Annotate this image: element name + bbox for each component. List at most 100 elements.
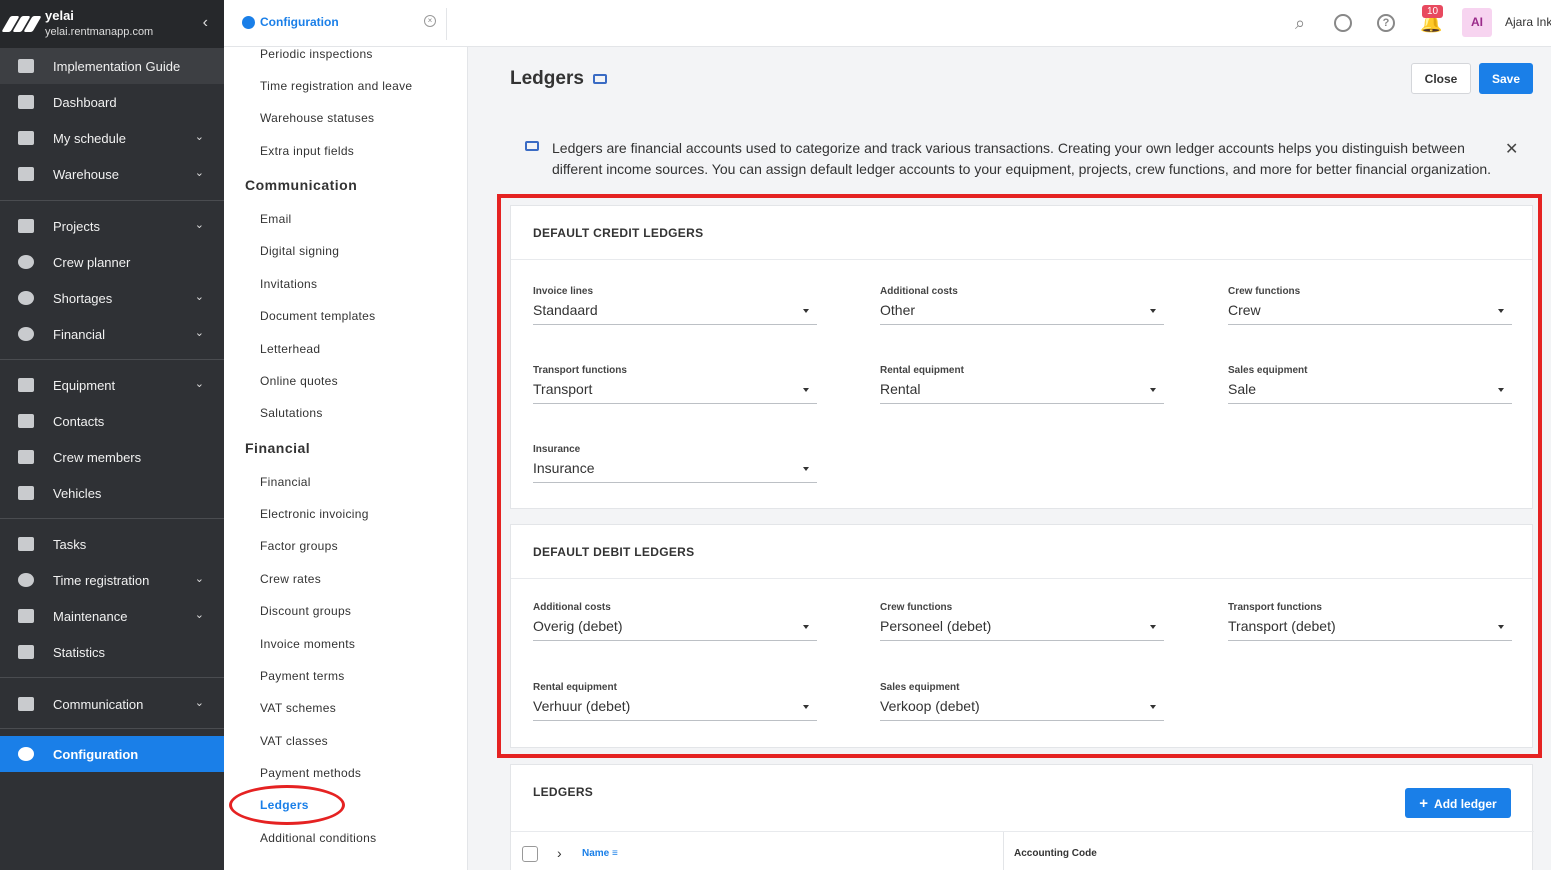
column-header-name[interactable]: Name ≡ — [582, 848, 618, 859]
book-icon[interactable] — [592, 74, 607, 84]
clock-icon — [17, 572, 35, 588]
nav-item-communication[interactable]: Communication ⌄ — [0, 686, 224, 722]
config-item-crew-rates[interactable]: Crew rates — [260, 572, 321, 586]
close-button[interactable]: Close — [1411, 63, 1471, 94]
nav-item-implementation-guide[interactable]: Implementation Guide — [0, 48, 224, 84]
search-icon[interactable]: ⌕ — [1290, 13, 1310, 33]
nav-label: Configuration — [53, 746, 139, 762]
tasks-icon — [17, 536, 35, 552]
column-header-accounting-code[interactable]: Accounting Code — [1014, 848, 1097, 859]
dollar-icon — [17, 326, 35, 342]
help-icon[interactable]: ? — [1377, 14, 1395, 32]
config-item-financial[interactable]: Financial — [260, 475, 311, 489]
tab-configuration[interactable]: Configuration — [242, 15, 339, 29]
config-item-factor-groups[interactable]: Factor groups — [260, 539, 338, 553]
nav-label: Warehouse — [53, 166, 119, 182]
config-item-invoice-moments[interactable]: Invoice moments — [260, 637, 355, 651]
nav-item-time-registration[interactable]: Time registration ⌄ — [0, 562, 224, 598]
nav-label: Equipment — [53, 377, 116, 393]
nav-item-vehicles[interactable]: Vehicles — [0, 475, 224, 511]
wrench-icon — [17, 608, 35, 624]
config-item-vat-classes[interactable]: VAT classes — [260, 734, 328, 748]
config-item-extra-input-fields[interactable]: Extra input fields — [260, 144, 354, 158]
nav-item-tasks[interactable]: Tasks — [0, 526, 224, 562]
nav-item-shortages[interactable]: Shortages ⌄ — [0, 280, 224, 316]
close-icon[interactable]: ✕ — [1505, 139, 1518, 159]
nav-item-my-schedule[interactable]: My schedule ⌄ — [0, 120, 224, 156]
crew-planner-icon — [17, 254, 35, 270]
gear-icon — [242, 15, 255, 29]
config-item-electronic-invoicing[interactable]: Electronic invoicing — [260, 507, 369, 521]
table-header-row: › Name ≡ Accounting Code — [511, 831, 1534, 870]
user-name[interactable]: Ajara Ink — [1505, 15, 1551, 29]
config-item-salutations[interactable]: Salutations — [260, 406, 323, 420]
config-item-time-registration-leave[interactable]: Time registration and leave — [260, 79, 412, 93]
rentman-logo-icon — [1, 16, 42, 32]
nav-item-contacts[interactable]: Contacts — [0, 403, 224, 439]
section-heading-financial: Financial — [245, 440, 311, 456]
nav-label: Contacts — [53, 413, 105, 429]
close-tab-icon[interactable]: × — [424, 15, 436, 27]
config-item-online-quotes[interactable]: Online quotes — [260, 374, 338, 388]
chevron-right-icon[interactable]: › — [557, 845, 562, 861]
chevron-down-icon: ⌄ — [194, 291, 204, 303]
nav-label: Maintenance — [53, 608, 128, 624]
people-icon — [17, 449, 35, 465]
nav-item-financial[interactable]: Financial ⌄ — [0, 316, 224, 352]
config-item-additional-conditions[interactable]: Additional conditions — [260, 831, 376, 845]
config-item-digital-signing[interactable]: Digital signing — [260, 244, 339, 258]
collapse-nav-icon[interactable]: ‹ — [203, 14, 208, 32]
nav-item-equipment[interactable]: Equipment ⌄ — [0, 367, 224, 403]
config-item-payment-terms[interactable]: Payment terms — [260, 669, 345, 683]
add-ledger-button[interactable]: + Add ledger — [1405, 788, 1511, 818]
nav-item-crew-members[interactable]: Crew members — [0, 439, 224, 475]
config-item-invitations[interactable]: Invitations — [260, 277, 317, 291]
avatar[interactable]: AI — [1462, 8, 1492, 37]
nav-label: Tasks — [53, 536, 87, 552]
contacts-icon — [17, 413, 35, 429]
column-divider[interactable] — [1003, 832, 1004, 870]
config-item-periodic-inspections[interactable]: Periodic inspections — [260, 47, 373, 61]
nav-label: Vehicles — [53, 485, 102, 501]
nav-divider — [0, 200, 224, 201]
nav-label: Projects — [53, 218, 100, 234]
nav-label: My schedule — [53, 130, 126, 146]
config-item-vat-schemes[interactable]: VAT schemes — [260, 701, 336, 715]
sort-icon: ≡ — [612, 848, 618, 859]
calendar-icon — [17, 130, 35, 146]
main-content: Ledgers Close Save Ledgers are financial… — [468, 47, 1551, 870]
nav-item-maintenance[interactable]: Maintenance ⌄ — [0, 598, 224, 634]
truck-icon — [17, 485, 35, 501]
nav-item-warehouse[interactable]: Warehouse ⌄ — [0, 156, 224, 192]
nav-item-crew-planner[interactable]: Crew planner — [0, 244, 224, 280]
nav-item-dashboard[interactable]: Dashboard — [0, 84, 224, 120]
config-item-email[interactable]: Email — [260, 212, 292, 226]
tenant-header[interactable]: yelai yelai.rentmanapp.com ‹ — [0, 0, 224, 48]
nav-item-statistics[interactable]: Statistics — [0, 634, 224, 670]
theme-toggle-icon[interactable] — [1334, 14, 1352, 32]
nav-item-projects[interactable]: Projects ⌄ — [0, 208, 224, 244]
statistics-icon — [17, 644, 35, 660]
select-all-checkbox[interactable] — [522, 846, 538, 862]
nav-item-configuration[interactable]: Configuration — [0, 736, 224, 772]
nav-divider — [0, 359, 224, 360]
warehouse-icon — [17, 166, 35, 182]
config-item-document-templates[interactable]: Document templates — [260, 309, 375, 323]
card-title: LEDGERS — [533, 785, 594, 799]
notification-badge: 10 — [1422, 5, 1444, 18]
main-navigation: yelai yelai.rentmanapp.com ‹ Implementat… — [0, 0, 224, 870]
nav-label: Financial — [53, 326, 106, 342]
config-item-letterhead[interactable]: Letterhead — [260, 342, 320, 356]
highlight-rectangle — [497, 194, 1542, 758]
config-item-warehouse-statuses[interactable]: Warehouse statuses — [260, 111, 374, 125]
nav-label: Crew members — [53, 449, 142, 465]
nav-divider — [0, 677, 224, 678]
config-item-discount-groups[interactable]: Discount groups — [260, 604, 351, 618]
ledgers-table-card: LEDGERS + Add ledger › Name ≡ Accounting … — [510, 764, 1534, 870]
save-button[interactable]: Save — [1479, 63, 1533, 94]
plus-icon: + — [1419, 794, 1429, 812]
tenant-name: yelai — [45, 8, 74, 23]
top-bar: Configuration × ⌕ ? 🔔 10 AI Ajara Ink — [224, 0, 1551, 47]
nav-label: Time registration — [53, 572, 150, 588]
config-item-payment-methods[interactable]: Payment methods — [260, 766, 361, 780]
